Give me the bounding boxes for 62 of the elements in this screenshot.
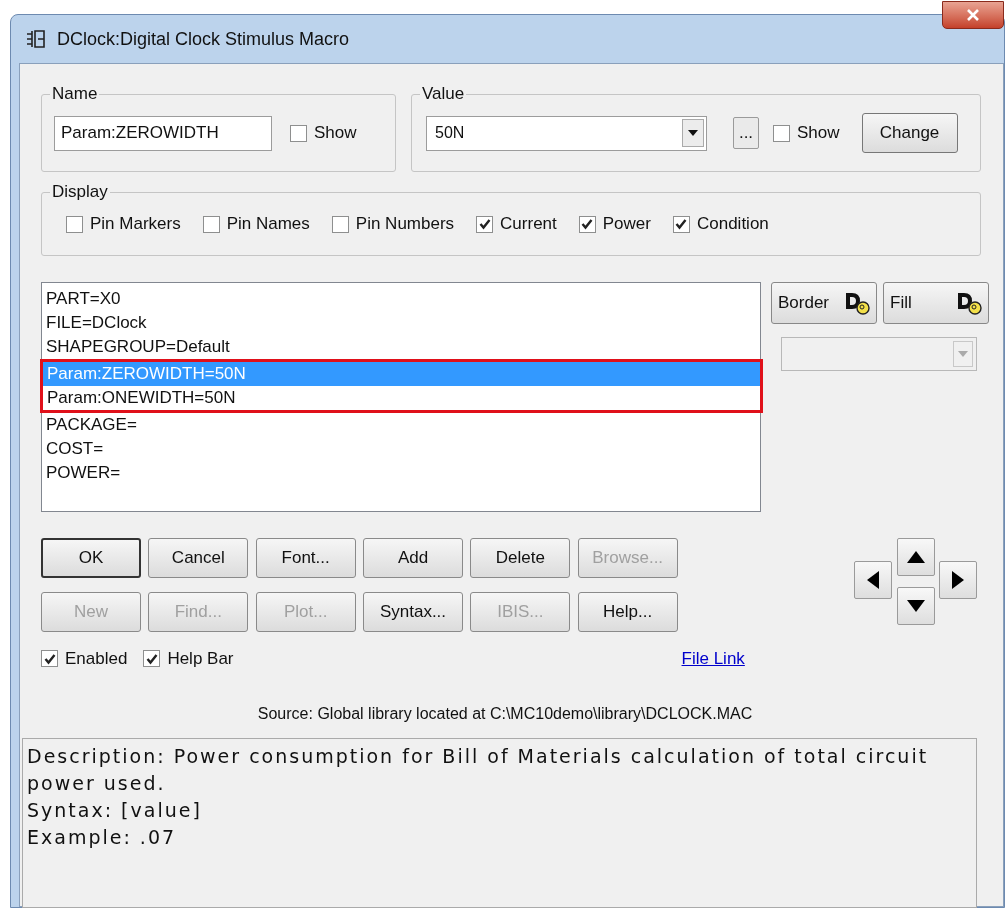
up-button[interactable] [896, 538, 935, 576]
style-button[interactable]: Fill [883, 282, 989, 324]
attribute-row[interactable]: PART=X0 [42, 287, 760, 311]
dialog-button[interactable]: Syntax... [363, 592, 463, 632]
attribute-row[interactable]: PACKAGE= [42, 413, 760, 437]
option-label: Condition [696, 213, 769, 236]
value-combo[interactable]: 50N [426, 115, 707, 151]
checkbox[interactable] [578, 215, 596, 233]
option-label: Enabled [65, 648, 128, 670]
checkbox[interactable] [672, 215, 690, 233]
left-arrow-icon [867, 571, 879, 589]
dialog-button[interactable]: Delete [470, 538, 571, 578]
down-button[interactable] [896, 586, 935, 625]
dialog-button[interactable]: Help... [577, 592, 678, 632]
checkbox[interactable] [202, 215, 220, 233]
attribute-row[interactable]: COST= [42, 437, 760, 461]
show-label: Show [797, 122, 840, 145]
checkbox[interactable] [476, 215, 494, 233]
file-link[interactable]: File Link [681, 646, 745, 672]
option-label: Pin Numbers [355, 213, 455, 236]
close-icon [966, 9, 980, 21]
dialog-button[interactable]: OK [41, 538, 141, 578]
palette-icon [844, 290, 870, 316]
right-button[interactable] [939, 561, 978, 599]
app-icon [25, 28, 47, 50]
checkbox[interactable] [66, 215, 83, 233]
caret-icon [688, 130, 698, 136]
checkbox[interactable] [773, 124, 790, 142]
name-field[interactable]: Param:ZEROWIDTH [54, 115, 272, 151]
palette-icon [956, 290, 982, 316]
option-label: Current [500, 213, 557, 236]
checkbox[interactable] [331, 215, 349, 233]
dialog-button[interactable]: Font... [255, 538, 356, 578]
help-line: Description: Power consumption for Bill of Materials calculation of total circuit power used. [27, 744, 930, 796]
caret-icon [958, 351, 968, 357]
show-label: Show [314, 122, 357, 145]
option-label: Pin Names [226, 213, 310, 236]
change-button[interactable]: Change [861, 113, 958, 153]
checkbox[interactable] [41, 650, 58, 668]
option-label: Power [602, 213, 651, 236]
browse-value-button[interactable]: ... [733, 117, 759, 149]
style-button[interactable]: Border [771, 282, 877, 324]
help-line: Example: .07 [27, 825, 178, 850]
left-button[interactable] [854, 561, 892, 599]
checkbox[interactable] [290, 124, 307, 142]
right-arrow-icon [952, 571, 965, 589]
close-button[interactable] [942, 1, 1004, 29]
down-arrow-icon [906, 599, 925, 612]
source-text: Source: Global library located at C:\MC10demo\library\DCLOCK.MAC [256, 703, 754, 724]
attribute-row[interactable]: Param:ONEWIDTH=50N [43, 386, 760, 410]
dialog-button[interactable]: Add [363, 538, 463, 578]
dialog-button[interactable]: Cancel [148, 538, 249, 578]
option-label: Help Bar [167, 648, 234, 670]
checkbox[interactable] [143, 650, 161, 668]
help-line: Syntax: [value] [27, 798, 203, 823]
attribute-row[interactable]: FILE=DClock [42, 311, 760, 335]
attribute-row[interactable]: POWER= [42, 461, 760, 485]
option-label: Pin Markers [90, 213, 181, 236]
attribute-row[interactable]: SHAPEGROUP=Default [42, 335, 760, 359]
up-arrow-icon [906, 551, 925, 563]
dropdown-button[interactable] [682, 119, 704, 147]
window-title: DClock:Digital Clock Stimulus Macro [57, 27, 350, 51]
